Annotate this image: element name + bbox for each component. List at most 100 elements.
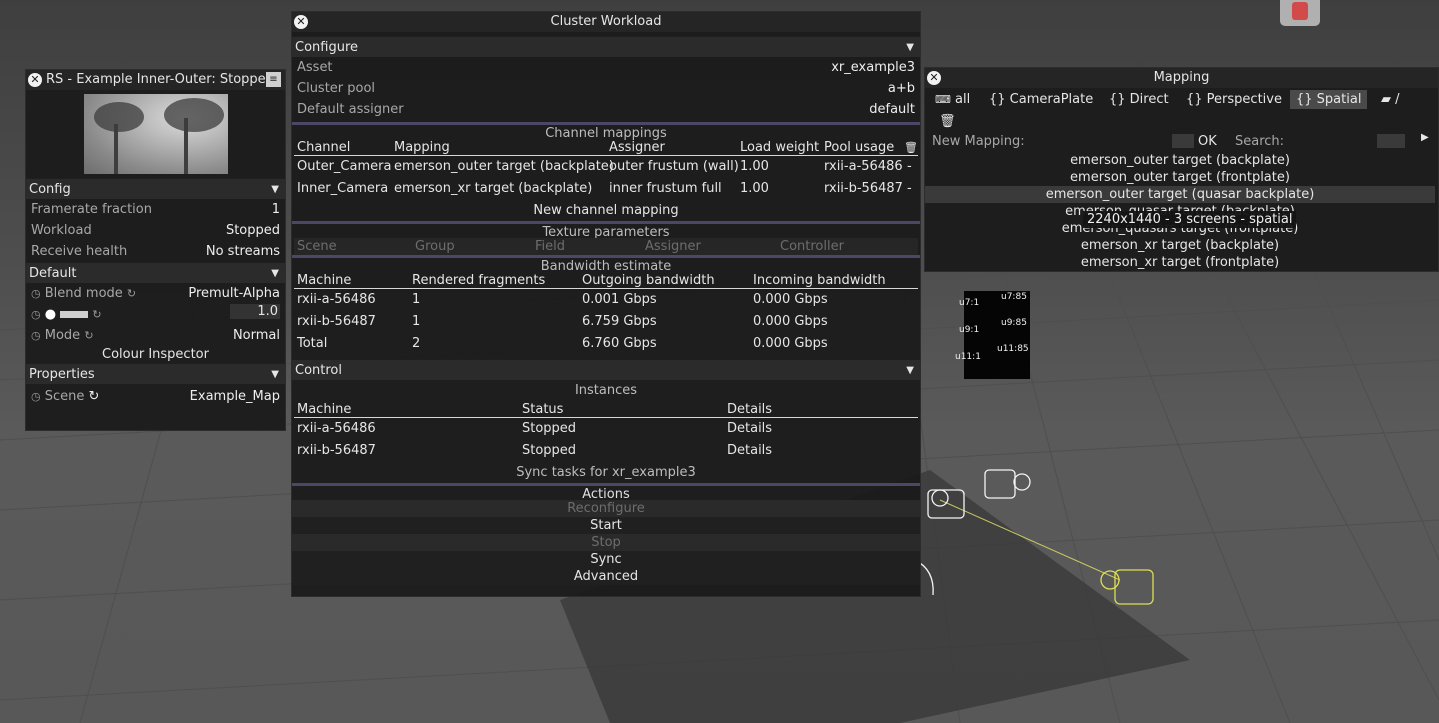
table-row[interactable]: Inner_Camera emerson_xr target (backplat…: [294, 178, 918, 200]
default-assigner-dropdown[interactable]: default: [869, 99, 915, 120]
row-value[interactable]: 1: [272, 199, 280, 220]
reset-icon[interactable]: ↻: [84, 329, 93, 342]
row-label: Mode: [44, 328, 81, 343]
cluster-pool-dropdown[interactable]: a+b: [888, 78, 915, 99]
column-header: Assigner: [609, 140, 665, 155]
tab-perspective[interactable]: {} Perspective: [1180, 90, 1288, 109]
blend-mode-row: ◷ Blend mode ↻ Premult-Alpha: [26, 283, 285, 304]
brightness-row: ◷ ● ↻ 1.0: [26, 304, 285, 325]
bandwidth-estimate-title: Bandwidth estimate: [292, 255, 920, 274]
timer-icon[interactable]: ◷: [31, 287, 41, 300]
collapse-triangle-icon[interactable]: ▼: [271, 179, 279, 200]
sync-tasks-button[interactable]: Sync tasks for xr_example3: [292, 462, 920, 483]
configure-row: Cluster pool a+b: [292, 78, 920, 99]
remove-button[interactable]: -: [907, 156, 912, 178]
mapping-panel: ✕ Mapping ⌨ all {} CameraPlate {} Direct…: [924, 67, 1439, 272]
section-config[interactable]: Config ▼: [26, 178, 285, 199]
table-row: rxii-a-56486 Stopped Details: [294, 418, 918, 440]
column-header: Channel: [297, 140, 351, 155]
collapse-triangle-icon[interactable]: ▼: [906, 37, 914, 58]
status-badge: Stopped: [522, 421, 577, 436]
row-label: Asset: [297, 60, 333, 75]
start-button[interactable]: Start: [292, 517, 920, 534]
search-input[interactable]: [1377, 134, 1405, 148]
brightness-icon: ●: [44, 307, 57, 322]
section-default[interactable]: Default ▼: [26, 262, 285, 283]
config-row: Receive health No streams: [26, 241, 285, 262]
tab-folder[interactable]: ▰ /: [1375, 90, 1406, 109]
timer-icon[interactable]: ◷: [31, 308, 41, 321]
mode-dropdown[interactable]: Normal: [233, 325, 280, 346]
column-header: Pool usage: [824, 140, 895, 155]
notes-icon[interactable]: ≡: [266, 72, 281, 87]
instances-title: Instances: [574, 383, 638, 398]
close-icon[interactable]: ✕: [28, 73, 42, 87]
timer-icon[interactable]: ◷: [31, 390, 41, 403]
panel-title: Cluster Workload: [550, 14, 662, 29]
brightness-value-field[interactable]: 1.0: [230, 304, 280, 319]
tab-cameraplate[interactable]: {} CameraPlate: [983, 90, 1099, 109]
load-weight-field[interactable]: 1.00: [740, 156, 769, 178]
texture-parameters-header: Scene Group Field Assigner Controller: [294, 238, 918, 255]
colour-inspector-button[interactable]: Colour Inspector: [26, 346, 285, 363]
config-row: Workload Stopped: [26, 220, 285, 241]
trash-icon[interactable]: 🗑: [904, 139, 918, 156]
mapping-filter-tabs: ⌨ all {} CameraPlate {} Direct {} Perspe…: [925, 88, 1438, 110]
asset-dropdown[interactable]: xr_example3: [831, 57, 915, 78]
assigner-dropdown[interactable]: outer frustum (wall): [609, 156, 739, 178]
reset-icon[interactable]: ↻: [92, 308, 101, 321]
timer-icon[interactable]: ◷: [31, 329, 41, 342]
table-row: rxii-b-56487 1 6.759 Gbps 0.000 Gbps: [297, 314, 828, 329]
trash-icon[interactable]: 🗑: [939, 114, 956, 129]
actions-title: Actions: [292, 483, 920, 502]
assigner-dropdown[interactable]: inner frustum full: [609, 178, 722, 200]
configure-row: Default assigner default: [292, 99, 920, 120]
app-logo-icon[interactable]: [1280, 0, 1320, 26]
reset-icon[interactable]: ↻: [89, 389, 100, 404]
row-label: Blend mode: [44, 286, 123, 301]
row-label: Cluster pool: [297, 81, 376, 96]
mapping-list-item[interactable]: emerson_xr target (backplate): [925, 237, 1435, 254]
table-row[interactable]: Outer_Camera emerson_outer target (backp…: [294, 156, 918, 178]
new-channel-mapping-button[interactable]: New channel mapping: [292, 200, 920, 221]
table-row: rxii-a-56486 1 0.001 Gbps 0.000 Gbps: [297, 292, 828, 307]
scene-dropdown[interactable]: Example_Map: [190, 386, 280, 407]
load-weight-field[interactable]: 1.00: [740, 178, 769, 200]
mapping-list-item[interactable]: emerson_outer target (backplate): [925, 152, 1435, 169]
section-properties[interactable]: Properties ▼: [26, 363, 285, 384]
ok-button[interactable]: OK: [1198, 132, 1217, 151]
blend-mode-dropdown[interactable]: Premult-Alpha: [188, 283, 280, 304]
new-mapping-input[interactable]: [1172, 134, 1194, 148]
details-button[interactable]: Details: [727, 418, 772, 440]
tab-spatial[interactable]: {} Spatial: [1290, 90, 1368, 109]
new-mapping-label: New Mapping:: [932, 134, 1025, 149]
row-value: Stopped: [225, 223, 280, 238]
mapping-dropdown[interactable]: emerson_xr target (backplate): [394, 178, 592, 200]
mapping-list-item[interactable]: emerson_outer target (frontplate): [925, 169, 1435, 186]
reconfigure-button[interactable]: Reconfigure: [292, 500, 920, 517]
tab-all[interactable]: ⌨ all: [929, 90, 976, 109]
led-tag: u11:1: [955, 352, 981, 362]
reset-icon[interactable]: ↻: [127, 287, 136, 300]
mapping-list-item[interactable]: emerson_xr target (frontplate): [925, 254, 1435, 271]
section-control[interactable]: Control ▼: [292, 359, 920, 380]
remove-button[interactable]: -: [907, 178, 912, 200]
mapping-list-item[interactable]: emerson_outer target (quasar backplate): [925, 186, 1435, 203]
details-button[interactable]: Details: [727, 440, 772, 462]
expand-arrow-icon[interactable]: ▶: [1421, 132, 1429, 143]
mapping-dropdown[interactable]: emerson_outer target (backplate): [394, 156, 614, 178]
close-icon[interactable]: ✕: [927, 71, 941, 85]
tab-direct[interactable]: {} Direct: [1103, 90, 1175, 109]
collapse-triangle-icon[interactable]: ▼: [271, 263, 279, 284]
collapse-triangle-icon[interactable]: ▼: [906, 360, 914, 381]
section-title: Config: [29, 182, 71, 197]
section-title: Default: [29, 266, 77, 281]
table-row: rxii-b-56487 Stopped Details: [294, 440, 918, 462]
sync-button[interactable]: Sync: [292, 551, 920, 568]
section-configure[interactable]: Configure ▼: [292, 36, 920, 57]
close-icon[interactable]: ✕: [294, 15, 308, 29]
collapse-triangle-icon[interactable]: ▼: [271, 364, 279, 385]
stop-button[interactable]: Stop: [292, 534, 920, 551]
advanced-button[interactable]: Advanced: [292, 568, 920, 585]
brightness-slider[interactable]: [60, 311, 89, 318]
